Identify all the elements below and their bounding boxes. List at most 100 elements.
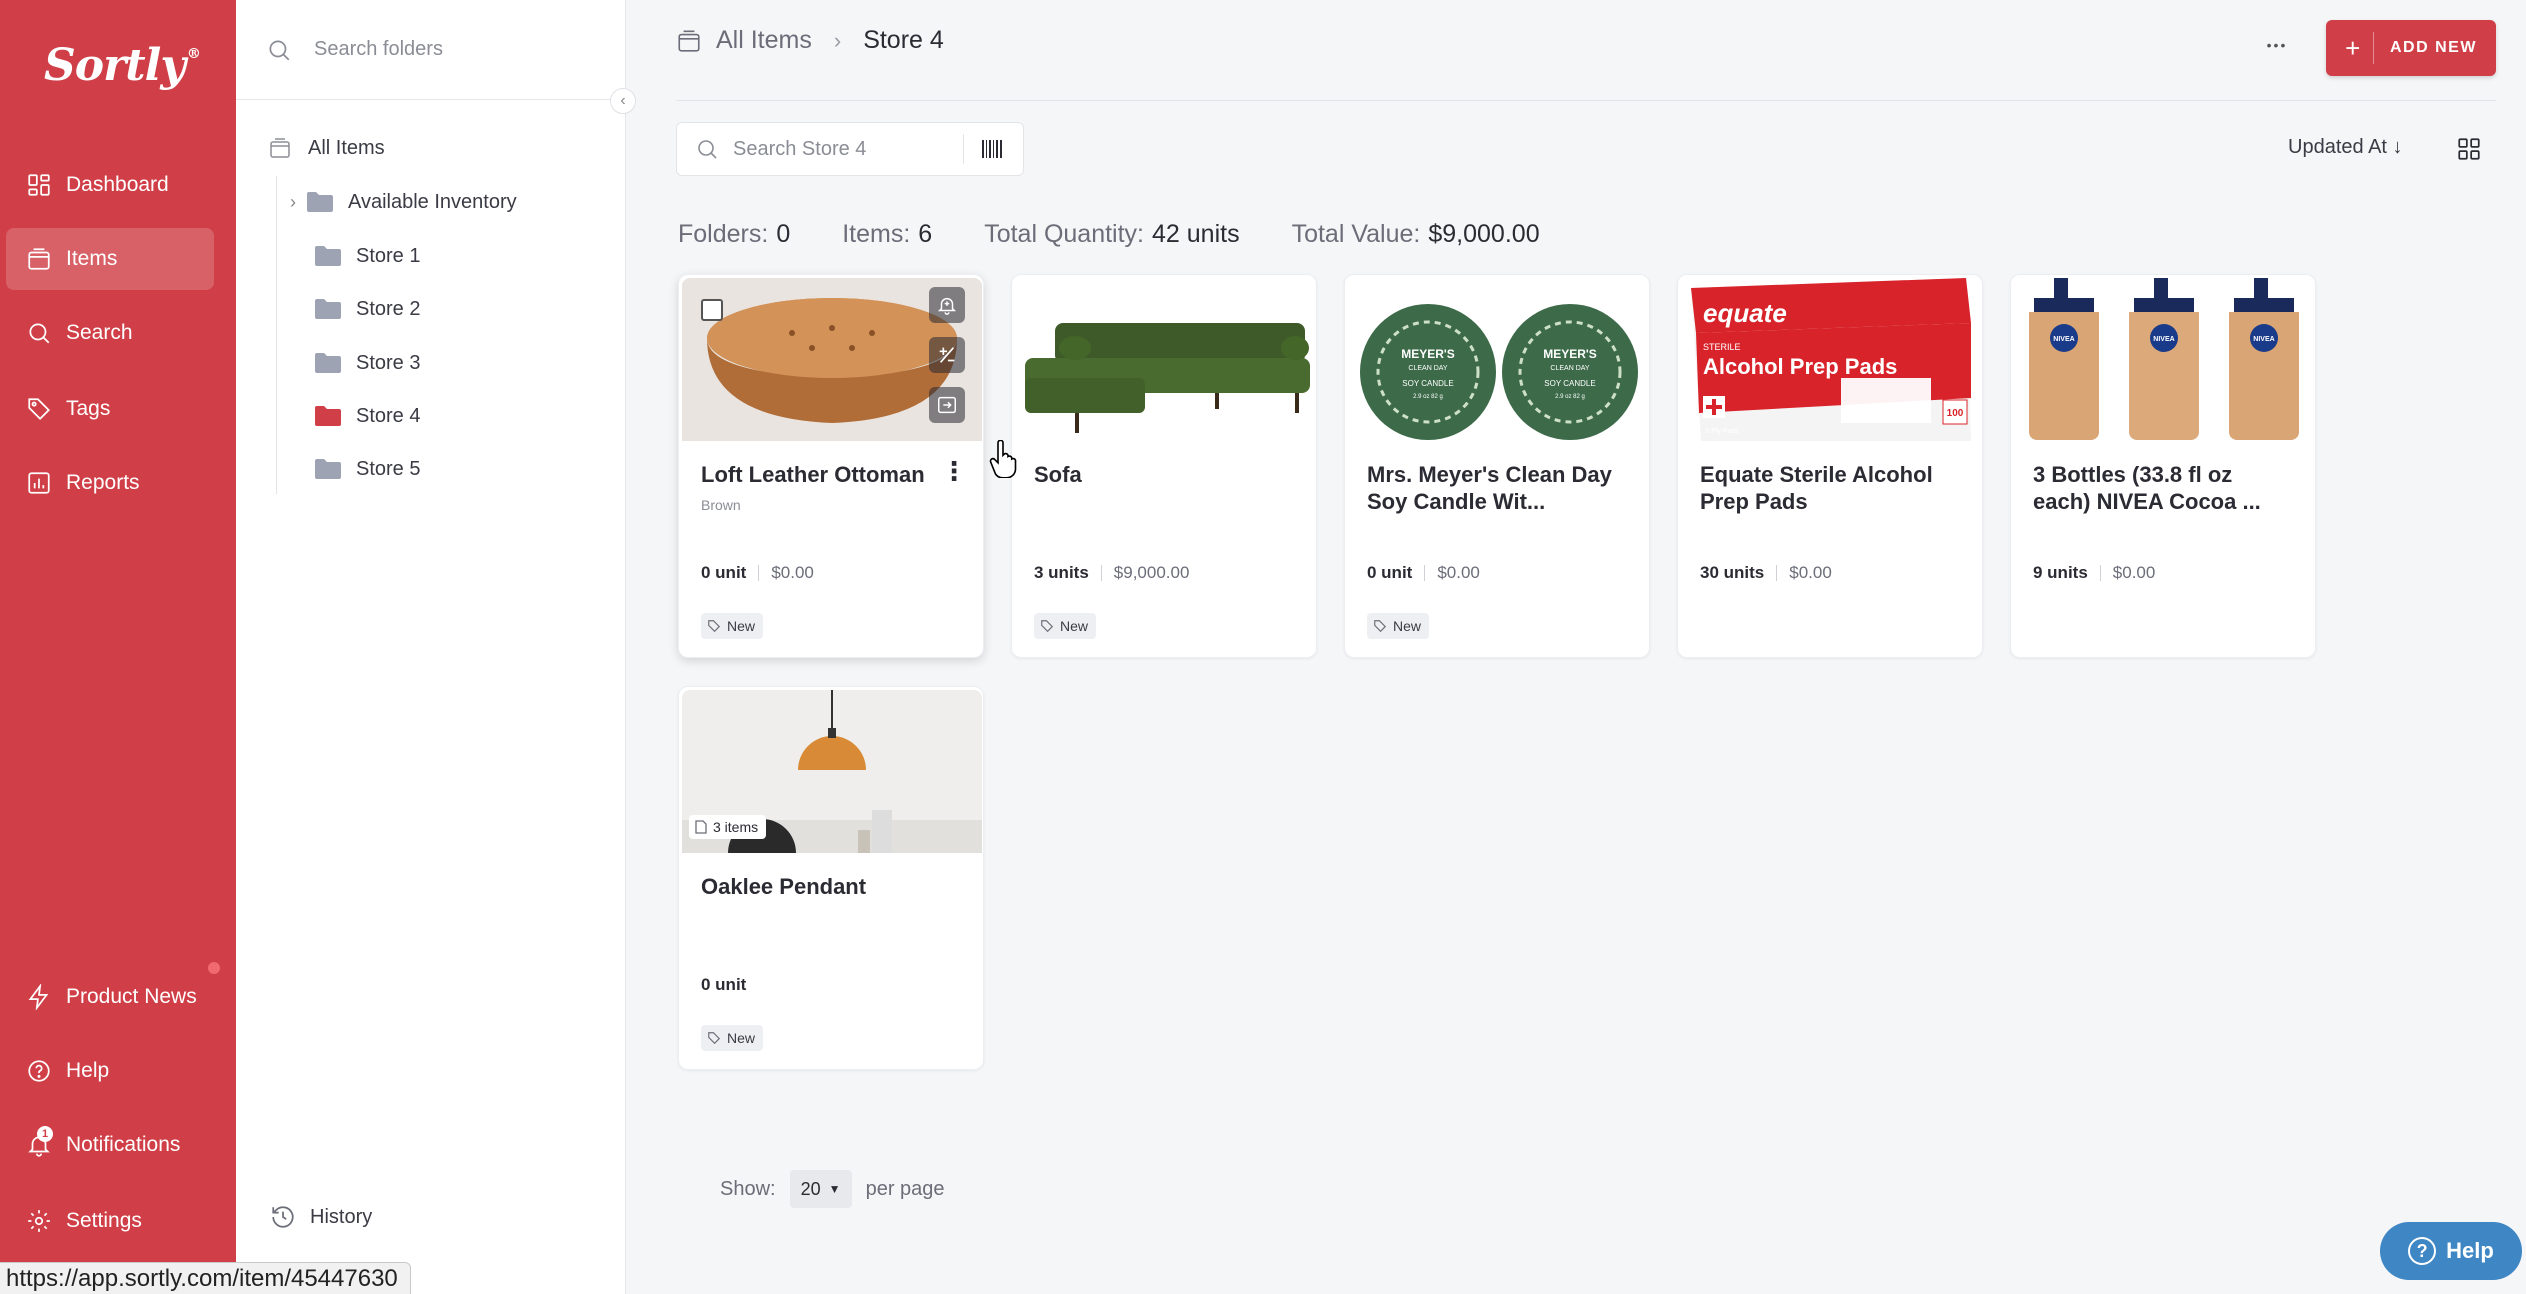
nav-items[interactable]: Items <box>6 228 214 290</box>
per-page-label: per page <box>865 1177 945 1200</box>
nav-dashboard[interactable]: Dashboard <box>6 154 214 216</box>
notification-badge: 1 <box>37 1126 53 1142</box>
folder-icon <box>315 406 341 426</box>
item-card-prep-pads[interactable]: equate STERILE Alcohol Prep Pads 2-Ply P… <box>1677 274 1983 658</box>
nav-product-news[interactable]: Product News <box>6 966 214 1028</box>
item-quantity: 9 units $0.00 <box>2033 563 2156 582</box>
item-card-pendant[interactable]: 3 items Oaklee Pendant 0 unit New <box>678 686 984 1070</box>
item-card-sofa[interactable]: Sofa 3 units $9,000.00 New <box>1011 274 1317 658</box>
barcode-icon[interactable] <box>980 137 1004 161</box>
candle-line-text: CLEAN DAY <box>1408 365 1447 372</box>
move-item-button[interactable] <box>929 387 965 423</box>
nav-settings[interactable]: Settings <box>6 1190 214 1252</box>
folder-icon <box>315 459 341 479</box>
items-count: Items: 6 <box>842 220 933 248</box>
item-quantity: 0 unit $0.00 <box>1367 563 1480 582</box>
item-tag[interactable]: New <box>1367 613 1430 639</box>
items-icon <box>270 138 290 158</box>
folder-label: Store 4 <box>356 404 421 427</box>
nav-label: Notifications <box>66 1133 181 1156</box>
item-tag[interactable]: New <box>1034 613 1097 639</box>
folder-label: Available Inventory <box>348 190 517 213</box>
nivea-brand-text: NIVEA <box>2153 336 2174 343</box>
nav-notifications[interactable]: Notifications <box>6 1114 214 1176</box>
folder-search[interactable]: Search folders <box>236 0 626 100</box>
equate-small-text: STERILE <box>1703 342 1741 352</box>
folder-store-5[interactable]: Store 5 <box>314 447 420 491</box>
tag-icon <box>28 398 50 420</box>
item-quantity: 3 units $9,000.00 <box>1034 563 1190 582</box>
folder-store-2[interactable]: Store 2 <box>314 287 420 331</box>
news-dot <box>206 960 222 976</box>
add-new-button[interactable]: + ADD NEW <box>2326 20 2496 76</box>
help-icon: ? <box>2408 1237 2437 1265</box>
nav-tags[interactable]: Tags <box>6 378 214 440</box>
history-link[interactable]: History <box>270 1204 372 1230</box>
folder-available-inventory[interactable]: › Available Inventory <box>290 180 517 224</box>
chevron-right-icon[interactable]: › <box>290 192 296 213</box>
nav-label: Reports <box>66 471 140 494</box>
nav-label: Items <box>66 247 118 270</box>
status-bar-url: https://app.sortly.com/item/45447630 <box>0 1262 411 1294</box>
item-card-ottoman[interactable]: Loft Leather Ottoman ⋮ Brown 0 unit $0.00… <box>678 274 984 658</box>
folder-store-4[interactable]: Store 4 <box>314 394 420 438</box>
item-menu-icon[interactable]: ⋮ <box>941 458 967 484</box>
folder-label: All Items <box>308 136 385 159</box>
item-tag[interactable]: New <box>701 1025 764 1051</box>
folder-label: Store 2 <box>356 297 421 320</box>
item-card-candle[interactable]: MEYER'S CLEAN DAY SOY CANDLE 2.9 oz 82 g… <box>1344 274 1650 658</box>
update-quantity-button[interactable] <box>929 337 965 373</box>
item-title[interactable]: Sofa <box>1034 461 1284 488</box>
per-page-select[interactable]: 20 ▼ <box>789 1170 852 1208</box>
collapse-panel-button[interactable]: ‹ <box>610 88 636 114</box>
items-icon <box>28 248 50 270</box>
search-icon <box>269 39 290 60</box>
folder-store-3[interactable]: Store 3 <box>314 341 420 385</box>
more-options-button[interactable]: ••• <box>2262 30 2292 60</box>
item-title[interactable]: Loft Leather Ottoman <box>701 461 951 488</box>
item-title[interactable]: Mrs. Meyer's Clean Day Soy Candle Wit... <box>1367 461 1617 515</box>
item-title[interactable]: 3 Bottles (33.8 fl oz each) NIVEA Cocoa … <box>2033 461 2283 515</box>
help-widget-button[interactable]: ? Help <box>2380 1222 2522 1280</box>
nivea-brand-text: NIVEA <box>2053 336 2074 343</box>
nav-label: Product News <box>66 985 197 1008</box>
items-icon <box>678 29 700 52</box>
nav-reports[interactable]: Reports <box>6 452 214 514</box>
divider <box>963 134 964 164</box>
tag-icon <box>708 1032 721 1045</box>
item-tag[interactable]: New <box>701 613 764 639</box>
nav-help[interactable]: Help <box>6 1040 214 1102</box>
folder-all-items[interactable]: All Items <box>266 126 385 170</box>
item-search-input[interactable]: Search Store 4 <box>676 122 1024 176</box>
history-icon <box>272 1206 294 1228</box>
help-label: Help <box>2446 1238 2494 1263</box>
grid-view-icon[interactable] <box>2456 136 2482 162</box>
item-quantity: 0 unit <box>701 975 747 994</box>
folder-icon <box>315 353 341 373</box>
move-icon <box>938 396 956 414</box>
sortly-logo[interactable]: Sortly ® <box>44 40 201 91</box>
item-title[interactable]: Equate Sterile Alcohol Prep Pads <box>1700 461 1950 515</box>
item-card-nivea[interactable]: NIVEA NIVEA NIVEA 3 Bottles (33.8 fl oz … <box>2010 274 2316 658</box>
gear-icon <box>28 1210 50 1232</box>
tree-guide-line <box>276 176 277 494</box>
folder-icon <box>315 246 341 266</box>
set-alert-button[interactable] <box>929 287 965 323</box>
breadcrumb-current: Store 4 <box>863 26 944 54</box>
bell-plus-icon <box>937 297 957 315</box>
item-subtitle: Brown <box>701 497 741 513</box>
equate-product-text: Alcohol Prep Pads <box>1703 354 1897 379</box>
nav-label: Tags <box>66 397 111 420</box>
tag-icon <box>708 620 721 633</box>
folder-store-1[interactable]: Store 1 <box>314 234 420 278</box>
select-checkbox[interactable] <box>701 299 723 321</box>
breadcrumb-all-items[interactable]: All Items <box>716 26 812 55</box>
show-label: Show: <box>720 1177 776 1200</box>
nav-search[interactable]: Search <box>6 302 214 364</box>
sort-dropdown[interactable]: Updated At ↓ <box>2288 136 2403 159</box>
folder-label: Store 1 <box>356 244 421 267</box>
dashboard-icon <box>28 174 50 196</box>
pagination: Show: 20 ▼ per page <box>720 1170 945 1208</box>
item-title[interactable]: Oaklee Pendant <box>701 873 951 900</box>
item-quantity: 0 unit $0.00 <box>701 563 814 582</box>
